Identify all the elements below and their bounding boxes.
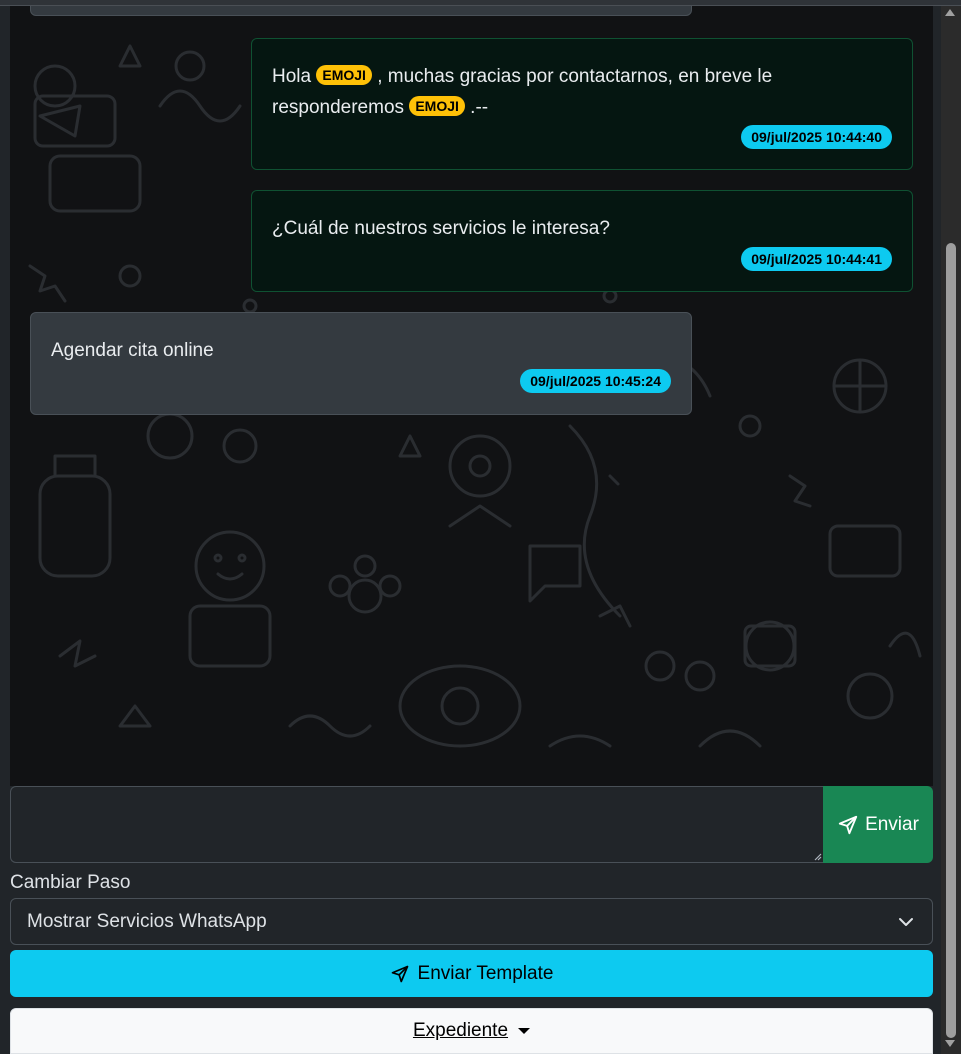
expediente-label: Expediente: [412, 1020, 509, 1041]
step-select[interactable]: Mostrar Servicios WhatsApp: [10, 898, 933, 945]
message-timestamp: 09/jul/2025 10:45:24: [520, 369, 671, 393]
send-icon: [838, 815, 858, 834]
send-button[interactable]: Enviar: [823, 786, 933, 863]
chevron-down-icon: [899, 918, 913, 926]
message-text: Agendar cita online: [51, 340, 214, 361]
caret-down-icon: [518, 1028, 531, 1034]
message-timestamp: 09/jul/2025 10:44:40: [741, 125, 892, 149]
message-bubble-outgoing: ¿Cuál de nuestros servicios le interesa?…: [251, 190, 913, 292]
message-timestamp: 09/jul/2025 10:44:41: [741, 247, 892, 271]
step-label: Cambiar Paso: [10, 872, 131, 893]
message-text: ¿Cuál de nuestros servicios le interesa?: [272, 218, 610, 239]
scroll-down-arrow-icon[interactable]: [945, 1040, 955, 1047]
send-button-label: Enviar: [865, 813, 919, 835]
send-template-label: Enviar Template: [417, 962, 554, 984]
send-icon: [391, 965, 408, 982]
emoji-tag-badge: EMOJI: [316, 65, 372, 85]
send-template-button[interactable]: Enviar Template: [10, 950, 933, 997]
previous-message-bubble: [30, 6, 692, 16]
expediente-dropdown-button[interactable]: Expediente: [10, 1008, 933, 1054]
chat-messages-area[interactable]: Hola EMOJI , muchas gracias por contacta…: [10, 6, 933, 786]
scrollbar-thumb[interactable]: [946, 243, 956, 1038]
step-select-value: Mostrar Servicios WhatsApp: [27, 910, 267, 932]
message-input[interactable]: [10, 786, 824, 863]
resize-grip-icon[interactable]: [812, 851, 822, 861]
message-bubble-outgoing: Hola EMOJI , muchas gracias por contacta…: [251, 38, 913, 170]
emoji-tag-badge: EMOJI: [409, 96, 465, 116]
message-bubble-incoming: Agendar cita online 09/jul/2025 10:45:24: [30, 312, 692, 415]
scroll-up-arrow-icon[interactable]: [945, 9, 955, 16]
message-text: Hola: [272, 66, 312, 87]
message-text: .--: [470, 97, 489, 118]
